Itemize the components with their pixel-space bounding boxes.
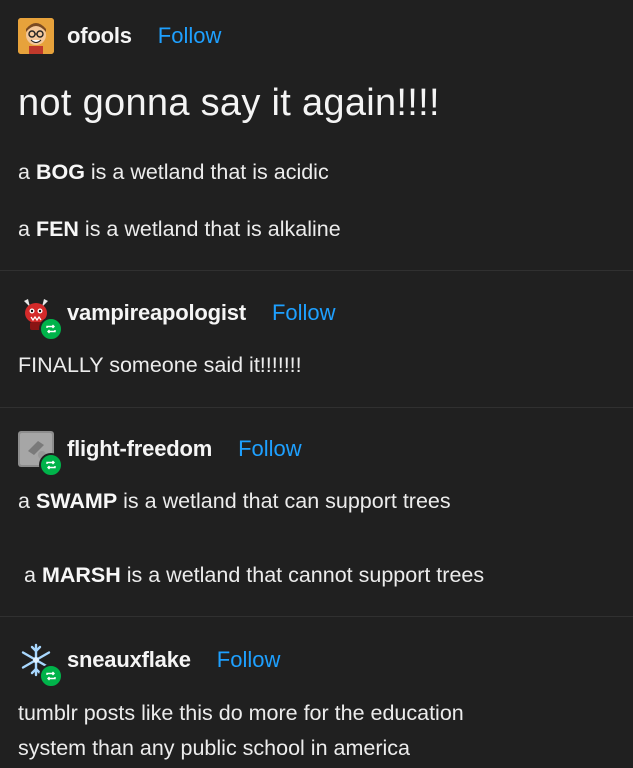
line-bold-term: MARSH [41, 563, 121, 587]
post-line: a FEN is a wetland that is alkaline [18, 217, 341, 242]
reblog-icon [39, 664, 63, 688]
line-suffix: is a wetland that is acidic [84, 160, 329, 184]
line-prefix: a [18, 160, 36, 184]
line-bold-term: FEN [35, 217, 79, 241]
post-title: not gonna say it again!!!! [18, 82, 440, 124]
post-sneauxflake: sneauxflake Follow tumblr posts like thi… [0, 617, 633, 768]
follow-button[interactable]: Follow [272, 300, 336, 326]
post-flight-freedom: flight-freedom Follow a SWAMP is a wetla… [0, 408, 633, 616]
post-line: system than any public school in america [18, 736, 410, 760]
post-ofools: ofools Follow not gonna say it again!!!!… [0, 0, 633, 270]
username[interactable]: sneauxflake [67, 647, 191, 673]
follow-button[interactable]: Follow [217, 647, 281, 673]
line-suffix: is a wetland that cannot support trees [120, 563, 485, 587]
username[interactable]: ofools [67, 23, 132, 49]
post-header: vampireapologist Follow [18, 295, 336, 341]
post-vampireapologist: vampireapologist Follow FINALLY someone … [0, 271, 633, 407]
post-header: sneauxflake Follow [18, 642, 281, 688]
follow-button[interactable]: Follow [158, 23, 222, 49]
avatar[interactable] [18, 431, 63, 477]
post-text: FINALLY someone said it!!!!!!! [18, 353, 302, 377]
reblog-icon [39, 453, 63, 477]
username[interactable]: flight-freedom [67, 436, 212, 462]
post-line: tumblr posts like this do more for the e… [18, 701, 464, 725]
post-header: flight-freedom Follow [18, 431, 302, 477]
line-prefix: a [24, 563, 42, 587]
post-line: a SWAMP is a wetland that can support tr… [18, 489, 451, 514]
avatar[interactable] [18, 18, 54, 54]
line-prefix: a [18, 217, 36, 241]
avatar[interactable] [18, 642, 63, 688]
post-header: ofools Follow [18, 18, 221, 54]
reblog-icon [39, 317, 63, 341]
reblog-arrows-icon [46, 324, 56, 334]
line-bold-term: BOG [35, 160, 85, 184]
line-prefix: a [18, 489, 36, 513]
line-suffix: is a wetland that is alkaline [78, 217, 341, 241]
follow-button[interactable]: Follow [238, 436, 302, 462]
reblog-arrows-icon [46, 671, 56, 681]
cartoon-face-avatar-icon [18, 18, 54, 54]
username[interactable]: vampireapologist [67, 300, 246, 326]
post-line: a BOG is a wetland that is acidic [18, 160, 329, 185]
avatar[interactable] [18, 295, 63, 341]
reblog-arrows-icon [46, 460, 56, 470]
line-bold-term: SWAMP [35, 489, 118, 513]
post-line: a MARSH is a wetland that cannot support… [24, 563, 484, 588]
line-suffix: is a wetland that can support trees [117, 489, 451, 513]
